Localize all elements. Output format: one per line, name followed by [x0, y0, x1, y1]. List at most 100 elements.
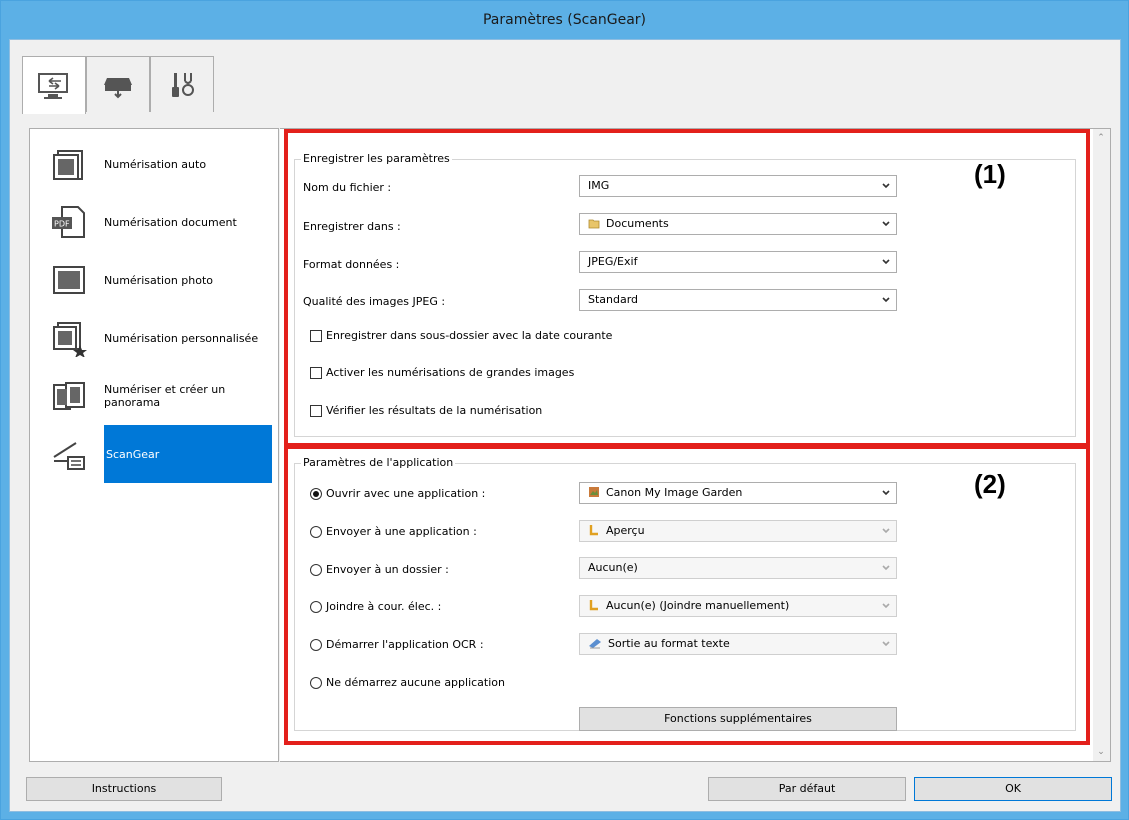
- open-with-app-option[interactable]: Ouvrir avec une application :: [310, 487, 485, 500]
- sidebar-item-auto-scan[interactable]: Numérisation auto: [30, 135, 278, 193]
- tab-scan-from-operation-panel[interactable]: [86, 56, 150, 112]
- check-results-checkbox[interactable]: [310, 404, 322, 417]
- send-to-app-value: Aperçu: [606, 524, 645, 537]
- sidebar-item-photo-scan[interactable]: Numérisation photo: [30, 251, 278, 309]
- preview-app-icon: [589, 525, 598, 536]
- jpeg-quality-value: Standard: [588, 293, 639, 306]
- chevron-down-icon: [882, 603, 890, 609]
- sidebar-item-document-scan[interactable]: PDF Numérisation document: [30, 193, 278, 251]
- chevron-down-icon: [882, 528, 890, 534]
- sidebar-item-label: Numérisation photo: [104, 273, 214, 287]
- data-format-combo[interactable]: JPEG/Exif: [579, 251, 897, 273]
- send-to-folder-combo[interactable]: Aucun(e): [579, 557, 897, 579]
- save-in-combo[interactable]: Documents: [579, 213, 897, 235]
- send-to-app-label: Envoyer à une application :: [326, 525, 477, 538]
- large-scans-checkbox[interactable]: [310, 366, 322, 379]
- send-to-folder-radio[interactable]: [310, 563, 322, 576]
- file-name-value: IMG: [588, 179, 610, 192]
- send-to-folder-value: Aucun(e): [588, 561, 638, 574]
- open-with-app-label: Ouvrir avec une application :: [326, 487, 486, 500]
- defaults-button[interactable]: Par défaut: [708, 777, 906, 801]
- chevron-down-icon: [882, 490, 890, 496]
- no-app-label: Ne démarrez aucune application: [326, 676, 505, 689]
- scroll-down-icon[interactable]: ⌄: [1096, 747, 1106, 757]
- scan-from-operation-panel-icon: [104, 77, 132, 98]
- folder-icon: [588, 219, 600, 229]
- subfolder-date-checkbox[interactable]: [310, 329, 322, 342]
- text-output-icon: [589, 639, 601, 649]
- sidebar-item-label: Numérisation document: [104, 215, 237, 229]
- panorama-icon: [53, 382, 85, 410]
- save-settings-title: Enregistrer les paramètres: [301, 152, 452, 165]
- settings-window: Paramètres (ScanGear) Numérisation auto …: [0, 0, 1129, 820]
- data-format-value: JPEG/Exif: [588, 255, 638, 268]
- save-in-label: Enregistrer dans :: [303, 220, 401, 233]
- attach-email-radio[interactable]: [310, 600, 322, 613]
- start-ocr-label: Démarrer l'application OCR :: [326, 638, 484, 651]
- document-scan-icon: PDF: [52, 206, 85, 238]
- scan-type-list: Numérisation auto PDF Numérisation docum…: [29, 128, 279, 762]
- send-to-app-combo[interactable]: Aperçu: [579, 520, 897, 542]
- sidebar-item-custom-scan[interactable]: Numérisation personnalisée: [30, 309, 278, 367]
- chevron-down-icon: [882, 183, 890, 189]
- auto-scan-icon: [53, 150, 83, 180]
- attach-email-option[interactable]: Joindre à cour. élec. :: [310, 600, 441, 613]
- start-ocr-radio[interactable]: [310, 638, 322, 651]
- email-app-icon: [589, 600, 598, 611]
- scroll-up-icon[interactable]: ⌃: [1096, 133, 1106, 143]
- no-app-radio[interactable]: [310, 676, 322, 689]
- send-to-folder-option[interactable]: Envoyer à un dossier :: [310, 563, 449, 576]
- section-marker-1: (1): [974, 159, 1006, 189]
- open-with-app-value: Canon My Image Garden: [606, 486, 743, 499]
- attach-email-label: Joindre à cour. élec. :: [326, 600, 442, 613]
- no-app-option[interactable]: Ne démarrez aucune application: [310, 676, 505, 689]
- window-title: Paramètres (ScanGear): [1, 1, 1128, 39]
- check-results-checkbox-row[interactable]: Vérifier les résultats de la numérisatio…: [310, 404, 542, 417]
- large-scans-checkbox-row[interactable]: Activer les numérisations de grandes ima…: [310, 366, 574, 379]
- start-ocr-combo[interactable]: Sortie au format texte: [579, 633, 897, 655]
- file-name-label: Nom du fichier :: [303, 181, 392, 194]
- file-name-combo[interactable]: IMG: [579, 175, 897, 197]
- sidebar-item-scangear[interactable]: ScanGear: [30, 425, 278, 483]
- send-to-app-option[interactable]: Envoyer à une application :: [310, 525, 477, 538]
- scan-from-computer-icon: [38, 72, 68, 99]
- dialog-body: Numérisation auto PDF Numérisation docum…: [9, 39, 1121, 812]
- sidebar-item-label: Numérisation auto: [104, 157, 207, 171]
- send-to-app-radio[interactable]: [310, 525, 322, 538]
- send-to-folder-label: Envoyer à un dossier :: [326, 563, 449, 576]
- subfolder-date-checkbox-row[interactable]: Enregistrer dans sous-dossier avec la da…: [310, 329, 612, 342]
- svg-text:PDF: PDF: [54, 220, 70, 229]
- jpeg-quality-combo[interactable]: Standard: [579, 289, 897, 311]
- chevron-down-icon: [882, 565, 890, 571]
- general-settings-icon: [172, 72, 194, 97]
- sidebar-item-label: Numériser et créer un panorama: [104, 383, 226, 409]
- open-with-app-combo[interactable]: Canon My Image Garden: [579, 482, 897, 504]
- chevron-down-icon: [882, 221, 890, 227]
- photo-scan-icon: [53, 266, 85, 294]
- instructions-button[interactable]: Instructions: [26, 777, 222, 801]
- data-format-label: Format données :: [303, 258, 400, 271]
- image-garden-icon: [589, 487, 599, 497]
- sidebar-item-label: Numérisation personnalisée: [104, 331, 259, 345]
- section-marker-2: (2): [974, 469, 1006, 499]
- tab-scan-from-computer[interactable]: [22, 56, 86, 114]
- tab-general-settings[interactable]: [150, 56, 214, 112]
- check-results-label: Vérifier les résultats de la numérisatio…: [326, 404, 543, 417]
- chevron-down-icon: [882, 297, 890, 303]
- scangear-icon: [53, 442, 85, 470]
- save-in-value: Documents: [606, 217, 669, 230]
- attach-email-value: Aucun(e) (Joindre manuellement): [606, 599, 790, 612]
- subfolder-date-label: Enregistrer dans sous-dossier avec la da…: [326, 329, 613, 342]
- open-with-app-radio[interactable]: [310, 487, 322, 500]
- sidebar-item-label: ScanGear: [104, 425, 272, 483]
- start-ocr-option[interactable]: Démarrer l'application OCR :: [310, 638, 484, 651]
- attach-email-combo[interactable]: Aucun(e) (Joindre manuellement): [579, 595, 897, 617]
- more-functions-button[interactable]: Fonctions supplémentaires: [579, 707, 897, 731]
- app-settings-title: Paramètres de l'application: [301, 456, 456, 469]
- vertical-scrollbar[interactable]: ⌃ ⌄: [1093, 129, 1110, 761]
- custom-scan-icon: [53, 322, 87, 357]
- chevron-down-icon: [882, 259, 890, 265]
- sidebar-item-panorama[interactable]: Numériser et créer un panorama: [30, 367, 278, 425]
- settings-panel: ⌃ ⌄ Enregistrer les paramètres (1) Nom d…: [280, 128, 1111, 762]
- ok-button[interactable]: OK: [914, 777, 1112, 801]
